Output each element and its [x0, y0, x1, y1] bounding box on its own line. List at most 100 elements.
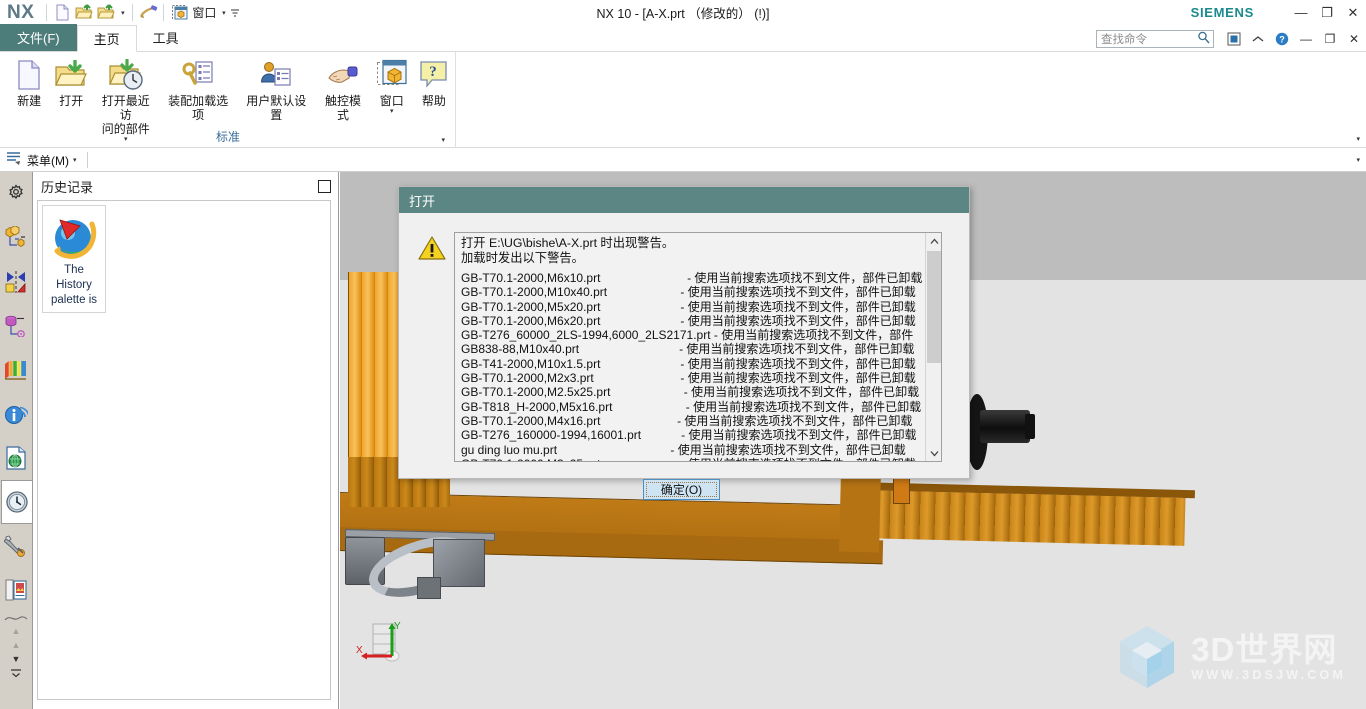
qat-window-button[interactable]	[168, 2, 190, 24]
new-document-icon	[12, 58, 46, 92]
qat-new-button[interactable]	[51, 2, 73, 24]
nx-logo: NX	[7, 1, 35, 23]
model-crank-cap	[1025, 414, 1035, 439]
chevron-up-icon[interactable]	[1246, 26, 1270, 51]
ribbon-right-dropdown-caret[interactable]: ▾	[1356, 135, 1360, 143]
ribbon-open-label: 打开	[59, 94, 84, 108]
resource-scroll-up-1[interactable]: ▲	[12, 626, 21, 640]
resource-part-navigator[interactable]	[1, 304, 32, 348]
dialog-title-text: 打开	[409, 193, 436, 209]
tab-file[interactable]: 文件(F)	[0, 24, 77, 51]
resource-history[interactable]	[0, 480, 32, 524]
resource-assembly-navigator-gear[interactable]	[1, 172, 32, 216]
dialog-warning-entry-message: - 使用当前搜索选项找不到文件，部件已卸载	[612, 399, 922, 414]
window-minimize-button[interactable]: —	[1288, 0, 1314, 25]
qat-open-recent-button[interactable]	[95, 2, 117, 24]
ribbon-open-button[interactable]: 打开	[50, 58, 92, 108]
resource-web-browser[interactable]	[1, 436, 32, 480]
dialog-ok-button[interactable]: 确定(O)	[643, 479, 720, 500]
ribbon-help-label: 帮助	[421, 94, 446, 108]
resource-scroll-down[interactable]: ▼	[12, 654, 21, 668]
dialog-warning-entry-message: - 使用当前搜索选项找不到文件，部件已卸载	[600, 356, 916, 371]
help-question-icon[interactable]: ?	[1270, 26, 1294, 51]
dialog-warning-entry-file: GB-T70.1-2000,M5x20.prt	[461, 299, 601, 314]
ribbon-minimize-button[interactable]: —	[1294, 26, 1318, 51]
qat-open-button[interactable]	[73, 2, 95, 24]
ribbon-new-label: 新建	[17, 94, 42, 108]
menu-bar: 菜单(M) ▾ ▾	[0, 149, 1366, 172]
coordinate-triad: X Y	[350, 620, 420, 670]
model-board-right-end	[839, 471, 881, 553]
tab-home[interactable]: 主页	[76, 25, 137, 52]
nx-globe-icon	[54, 219, 97, 259]
help-balloon-icon: ?	[417, 58, 451, 92]
resource-help-info[interactable]	[1, 392, 32, 436]
dialog-warning-entry: GB-T70.1-2000,M10x40.prt - 使用当前搜索选项找不到文件…	[461, 285, 924, 299]
dialog-vertical-scrollbar[interactable]	[925, 233, 941, 461]
search-icon[interactable]	[1197, 31, 1210, 47]
watermark-url: WWW.3DSJW.COM	[1191, 668, 1346, 682]
menu-button[interactable]: 菜单(M) ▾	[0, 149, 85, 171]
dialog-warning-entry-message: - 使用当前搜索选项找不到文件，部件已卸载	[600, 313, 916, 328]
dialog-warning-entry-list: GB-T70.1-2000,M6x10.prt - 使用当前搜索选项找不到文件，…	[461, 271, 924, 461]
resource-assembly-navigator[interactable]	[1, 216, 32, 260]
user-defaults-icon	[259, 58, 293, 92]
qat-open-recent-caret[interactable]: ▾	[117, 2, 128, 24]
open-warning-dialog: 打开 打开 E:\UG\bishe\A-X.prt 时出现警告。 加载时发出以下…	[398, 186, 970, 500]
triad-x-label: X	[356, 645, 363, 656]
dialog-ok-label: 确定(O)	[646, 482, 717, 497]
resource-scroll-end[interactable]	[10, 668, 22, 682]
dialog-warning-entry-file: GB838-88,M10x40.prt	[461, 342, 580, 357]
window-close-button[interactable]: ✕	[1340, 0, 1366, 25]
dialog-warning-entry-message: - 使用当前搜索选项找不到文件，部件已卸载	[641, 428, 917, 443]
menu-caret[interactable]: ▾	[73, 156, 77, 164]
qat-window-caret[interactable]: ▾	[218, 2, 229, 24]
command-search-placeholder: 查找命令	[1101, 34, 1147, 46]
dialog-warning-entry-file: GB-T818_H-2000,M5x16.prt	[461, 399, 613, 414]
ribbon-user-defaults-label: 用户默认设置	[246, 94, 307, 122]
qat-undo-button[interactable]	[137, 2, 159, 24]
dialog-scrollbar-thumb[interactable]	[927, 251, 941, 363]
menubar-overflow-caret[interactable]: ▾	[1356, 156, 1366, 164]
ribbon-window-button[interactable]: 窗口 ▾	[371, 58, 413, 115]
dialog-warning-entry-file: GB-T276_160000-1994,16001.prt	[461, 428, 642, 443]
history-tile[interactable]: The History palette is	[42, 205, 106, 313]
dialog-warning-entry-file: GB-T70.1-2000,M3x25.prt	[461, 457, 600, 461]
constraint-icon	[5, 271, 26, 293]
ribbon-help-button[interactable]: ? 帮助	[413, 58, 455, 108]
fullscreen-icon[interactable]	[1222, 26, 1246, 51]
ribbon-assembly-load-options-button[interactable]: 装配加载选项	[159, 58, 237, 122]
ribbon-close-button[interactable]: ✕	[1342, 26, 1366, 51]
ribbon-new-button[interactable]: 新建	[8, 58, 50, 108]
dialog-warning-entry-file: GB-T70.1-2000,M2x3.prt	[461, 371, 594, 386]
ribbon-restore-button[interactable]: ❐	[1318, 26, 1342, 51]
undo-icon	[139, 5, 158, 18]
history-tile-label: The History palette is	[50, 264, 98, 306]
resource-constraint-navigator[interactable]	[1, 260, 32, 304]
qat-divider-3	[163, 4, 165, 21]
scroll-up-arrow-icon[interactable]	[926, 233, 941, 249]
dialog-title-bar: 打开	[399, 187, 969, 213]
roles-book-icon	[5, 579, 27, 601]
command-search-input[interactable]: 查找命令	[1096, 30, 1214, 48]
ribbon-group-dropdown-caret[interactable]: ▾	[441, 136, 445, 144]
pin-square-icon[interactable]	[318, 179, 331, 193]
ribbon-group-standard: 新建 打开 打开最近访 问的部件 ▾ 装配加载选项 用户默认设置 触控模式 窗口…	[0, 52, 456, 148]
ribbon-user-defaults-button[interactable]: 用户默认设置	[237, 58, 315, 122]
ribbon-window-caret[interactable]: ▾	[390, 108, 394, 115]
new-file-icon	[56, 4, 69, 21]
dialog-warning-entry-file: GB-T70.1-2000,M6x20.prt	[461, 313, 601, 328]
resource-process-studio[interactable]	[1, 524, 32, 568]
dialog-warning-textbox[interactable]: 打开 E:\UG\bishe\A-X.prt 时出现警告。 加载时发出以下警告。…	[454, 232, 942, 462]
resource-scroll-up-2[interactable]: ▲	[12, 640, 21, 654]
tab-tools[interactable]: 工具	[137, 24, 195, 51]
ribbon-touch-mode-button[interactable]: 触控模式	[315, 58, 370, 122]
dialog-warning-entry-message: - 使用当前搜索选项找不到文件，部件已卸载	[600, 299, 916, 314]
resource-roles[interactable]	[1, 568, 32, 612]
window-restore-button[interactable]: ❐	[1314, 0, 1340, 25]
watermark-text: 3D世界网 WWW.3DSJW.COM	[1191, 632, 1346, 683]
scroll-down-arrow-icon[interactable]	[926, 445, 941, 461]
dialog-warning-entry: GB-T276_160000-1994,16001.prt - 使用当前搜索选项…	[461, 428, 924, 442]
resource-reuse-library[interactable]	[1, 348, 32, 392]
qat-overflow-caret[interactable]	[229, 2, 240, 24]
